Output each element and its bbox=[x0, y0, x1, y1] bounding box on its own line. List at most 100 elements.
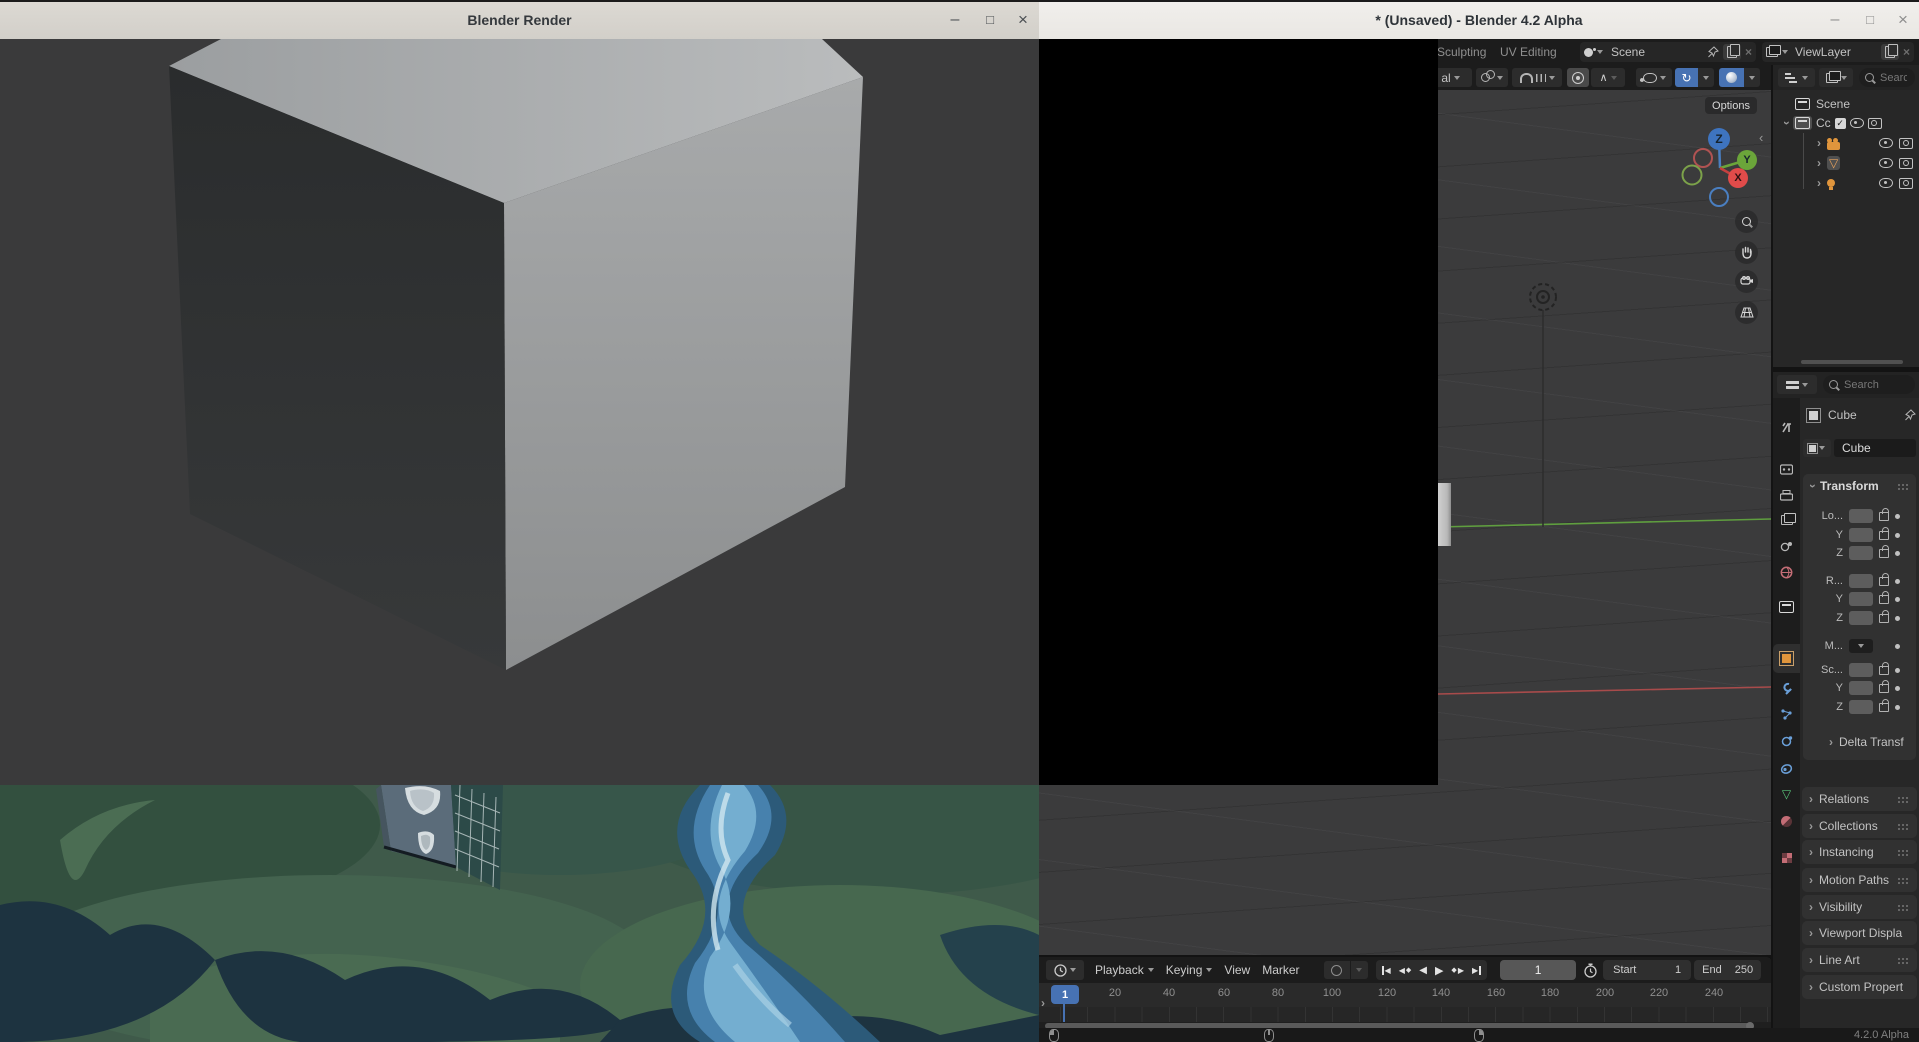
outliner-search-input[interactable] bbox=[1878, 71, 1909, 85]
overlays-toggle[interactable]: ↻ bbox=[1675, 68, 1698, 87]
timeline-ruler[interactable]: 20 40 60 80 100 120 140 160 180 200 220 … bbox=[1039, 983, 1771, 1007]
timeline-collapse-icon[interactable]: › bbox=[1041, 997, 1045, 1009]
value-field[interactable] bbox=[1849, 700, 1873, 714]
tab-object-data[interactable]: ▽ bbox=[1773, 781, 1800, 807]
shading-mode-group[interactable] bbox=[1719, 68, 1760, 87]
value-field[interactable] bbox=[1849, 574, 1873, 588]
gizmo-x-axis[interactable]: X bbox=[1728, 168, 1748, 188]
pin-icon[interactable] bbox=[1707, 46, 1719, 58]
jump-to-start-button[interactable]: ◀ bbox=[1378, 966, 1395, 975]
overlays-dropdown[interactable] bbox=[1698, 68, 1714, 87]
chevron-right-icon[interactable]: › bbox=[1817, 137, 1821, 149]
menu-view[interactable]: View bbox=[1218, 963, 1256, 977]
show-overlays-group[interactable]: ↻ bbox=[1675, 68, 1714, 87]
lock-open-icon[interactable] bbox=[1879, 512, 1889, 521]
drag-grip-icon[interactable] bbox=[1897, 849, 1910, 856]
tab-modifiers[interactable] bbox=[1773, 675, 1800, 701]
scene-selector[interactable]: Scene × bbox=[1580, 42, 1756, 62]
eye-icon[interactable] bbox=[1879, 138, 1893, 148]
tab-uv-editing[interactable]: UV Editing bbox=[1500, 45, 1557, 59]
outliner-search[interactable] bbox=[1859, 68, 1915, 87]
minimize-button[interactable]: – bbox=[944, 9, 966, 31]
drag-grip-icon[interactable] bbox=[1897, 796, 1910, 803]
lock-open-icon[interactable] bbox=[1879, 703, 1889, 712]
animate-dot[interactable] bbox=[1895, 597, 1900, 602]
properties-editor-type-dropdown[interactable] bbox=[1777, 375, 1817, 394]
outliner-display-mode-dropdown[interactable] bbox=[1778, 68, 1815, 87]
chevron-right-icon[interactable]: › bbox=[1817, 177, 1821, 189]
animate-dot[interactable] bbox=[1895, 514, 1900, 519]
render-window-titlebar[interactable]: Blender Render – □ × bbox=[0, 0, 1039, 39]
shading-material-toggle[interactable] bbox=[1719, 68, 1744, 87]
snap-toggle-group[interactable] bbox=[1512, 68, 1562, 87]
show-gizmo-dropdown[interactable] bbox=[1636, 68, 1672, 87]
lock-open-icon[interactable] bbox=[1879, 549, 1889, 558]
panel-motion-paths[interactable]: ›Motion Paths bbox=[1802, 868, 1917, 892]
current-frame-marker[interactable]: 1 bbox=[1051, 985, 1079, 1004]
scene-name[interactable]: Scene bbox=[1607, 45, 1703, 59]
cube-object-sliver[interactable] bbox=[1438, 483, 1451, 546]
tab-texture[interactable] bbox=[1773, 845, 1800, 871]
lock-open-icon[interactable] bbox=[1879, 595, 1889, 604]
panel-custom-properties[interactable]: ›Custom Propert bbox=[1802, 975, 1917, 999]
tab-physics[interactable] bbox=[1773, 728, 1800, 754]
snap-target-dropdown[interactable] bbox=[1476, 68, 1508, 87]
lock-open-icon[interactable] bbox=[1879, 666, 1889, 675]
chevron-down-icon[interactable]: › bbox=[1781, 121, 1793, 125]
unlink-scene-icon[interactable]: × bbox=[1745, 45, 1752, 59]
gizmo-z-axis[interactable]: Z bbox=[1708, 128, 1730, 150]
panel-line-art[interactable]: ›Line Art bbox=[1802, 948, 1917, 972]
drag-grip-icon[interactable] bbox=[1897, 823, 1910, 830]
camera-view-button[interactable] bbox=[1735, 270, 1758, 293]
drag-grip-icon[interactable] bbox=[1897, 957, 1910, 964]
value-field[interactable] bbox=[1849, 611, 1873, 625]
shading-dropdown[interactable] bbox=[1744, 68, 1760, 87]
outliner-filter-dropdown[interactable] bbox=[1819, 68, 1853, 87]
transform-panel-header[interactable]: › Transform bbox=[1811, 479, 1910, 493]
value-field[interactable] bbox=[1849, 528, 1873, 542]
render-visibility-icon[interactable] bbox=[1899, 178, 1913, 189]
render-visibility-icon[interactable] bbox=[1899, 138, 1913, 149]
chevron-right-icon[interactable]: › bbox=[1817, 157, 1821, 169]
maximize-button[interactable]: □ bbox=[1859, 9, 1881, 31]
menu-keying[interactable]: Keying bbox=[1160, 963, 1219, 977]
zoom-button[interactable] bbox=[1735, 210, 1758, 233]
outliner-hscrollbar[interactable] bbox=[1801, 360, 1903, 364]
tab-scene[interactable] bbox=[1773, 533, 1800, 559]
animate-dot[interactable] bbox=[1895, 551, 1900, 556]
delta-transform-subpanel[interactable]: › Delta Transf bbox=[1829, 735, 1904, 749]
play-reverse-button[interactable]: ◀ bbox=[1415, 965, 1431, 976]
render-visibility-icon[interactable] bbox=[1868, 118, 1882, 129]
timeline-track-strip[interactable] bbox=[1039, 1007, 1771, 1022]
rotation-mode-dropdown[interactable] bbox=[1849, 639, 1873, 653]
auto-keying-dropdown[interactable] bbox=[1351, 961, 1368, 979]
proportional-falloff-dropdown[interactable]: ∧ bbox=[1591, 68, 1625, 87]
jump-to-end-button[interactable]: ▶ bbox=[1468, 966, 1485, 975]
panel-collections[interactable]: ›Collections bbox=[1802, 814, 1917, 838]
object-name-field[interactable]: Cube bbox=[1834, 439, 1916, 457]
object-id-dropdown[interactable] bbox=[1803, 439, 1831, 457]
outliner-row-camera[interactable]: › bbox=[1817, 134, 1913, 152]
tab-tool[interactable] bbox=[1773, 414, 1800, 440]
animate-dot[interactable] bbox=[1895, 616, 1900, 621]
properties-search[interactable] bbox=[1823, 375, 1915, 394]
tab-render[interactable] bbox=[1773, 456, 1800, 482]
panel-instancing[interactable]: ›Instancing bbox=[1802, 840, 1917, 864]
breadcrumb-object-name[interactable]: Cube bbox=[1825, 408, 1897, 422]
close-button[interactable]: × bbox=[1892, 9, 1914, 31]
drag-grip-icon[interactable] bbox=[1897, 877, 1910, 884]
drag-grip-icon[interactable] bbox=[1897, 904, 1910, 911]
tab-object-active[interactable] bbox=[1773, 644, 1800, 673]
end-frame-field[interactable]: End250 bbox=[1694, 960, 1761, 980]
view-layer-name[interactable]: ViewLayer bbox=[1792, 45, 1877, 59]
start-frame-field[interactable]: Start1 bbox=[1603, 960, 1691, 980]
lock-open-icon[interactable] bbox=[1879, 577, 1889, 586]
play-button[interactable]: ▶ bbox=[1431, 964, 1447, 977]
lock-open-icon[interactable] bbox=[1879, 614, 1889, 623]
panel-relations[interactable]: ›Relations bbox=[1802, 787, 1917, 811]
auto-keying-toggle[interactable] bbox=[1324, 961, 1350, 979]
tab-output[interactable] bbox=[1773, 482, 1800, 508]
tab-particles[interactable] bbox=[1773, 701, 1800, 727]
tab-view-layer[interactable] bbox=[1773, 507, 1800, 533]
value-field[interactable] bbox=[1849, 663, 1873, 677]
